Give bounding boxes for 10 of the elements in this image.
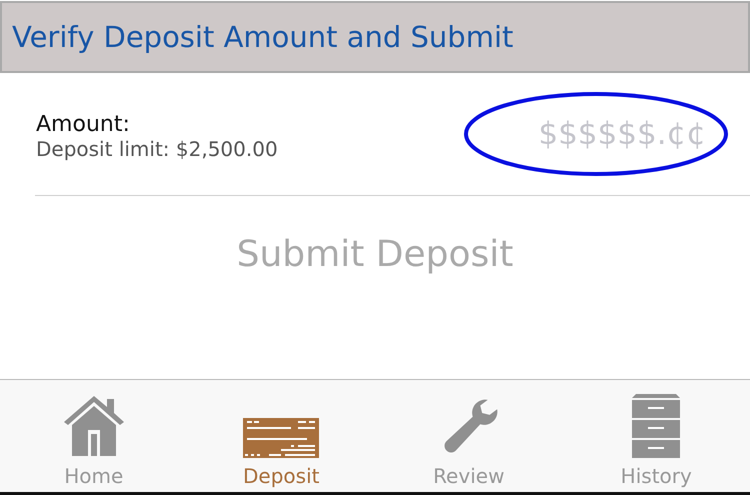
tab-item[interactable]: Deposit: [188, 380, 375, 492]
filing-cabinet-icon: [632, 394, 680, 458]
deposit-limit-text: Deposit limit: $2,500.00: [36, 136, 278, 160]
page-title: Verify Deposit Amount and Submit: [12, 20, 514, 54]
tab-item[interactable]: History: [562, 380, 750, 492]
tab-item[interactable]: Home: [0, 380, 188, 492]
tab-item[interactable]: Review: [375, 380, 562, 492]
bank-check-icon: [243, 418, 320, 458]
amount-label: Amount:: [36, 112, 131, 136]
house-icon: [62, 394, 126, 458]
